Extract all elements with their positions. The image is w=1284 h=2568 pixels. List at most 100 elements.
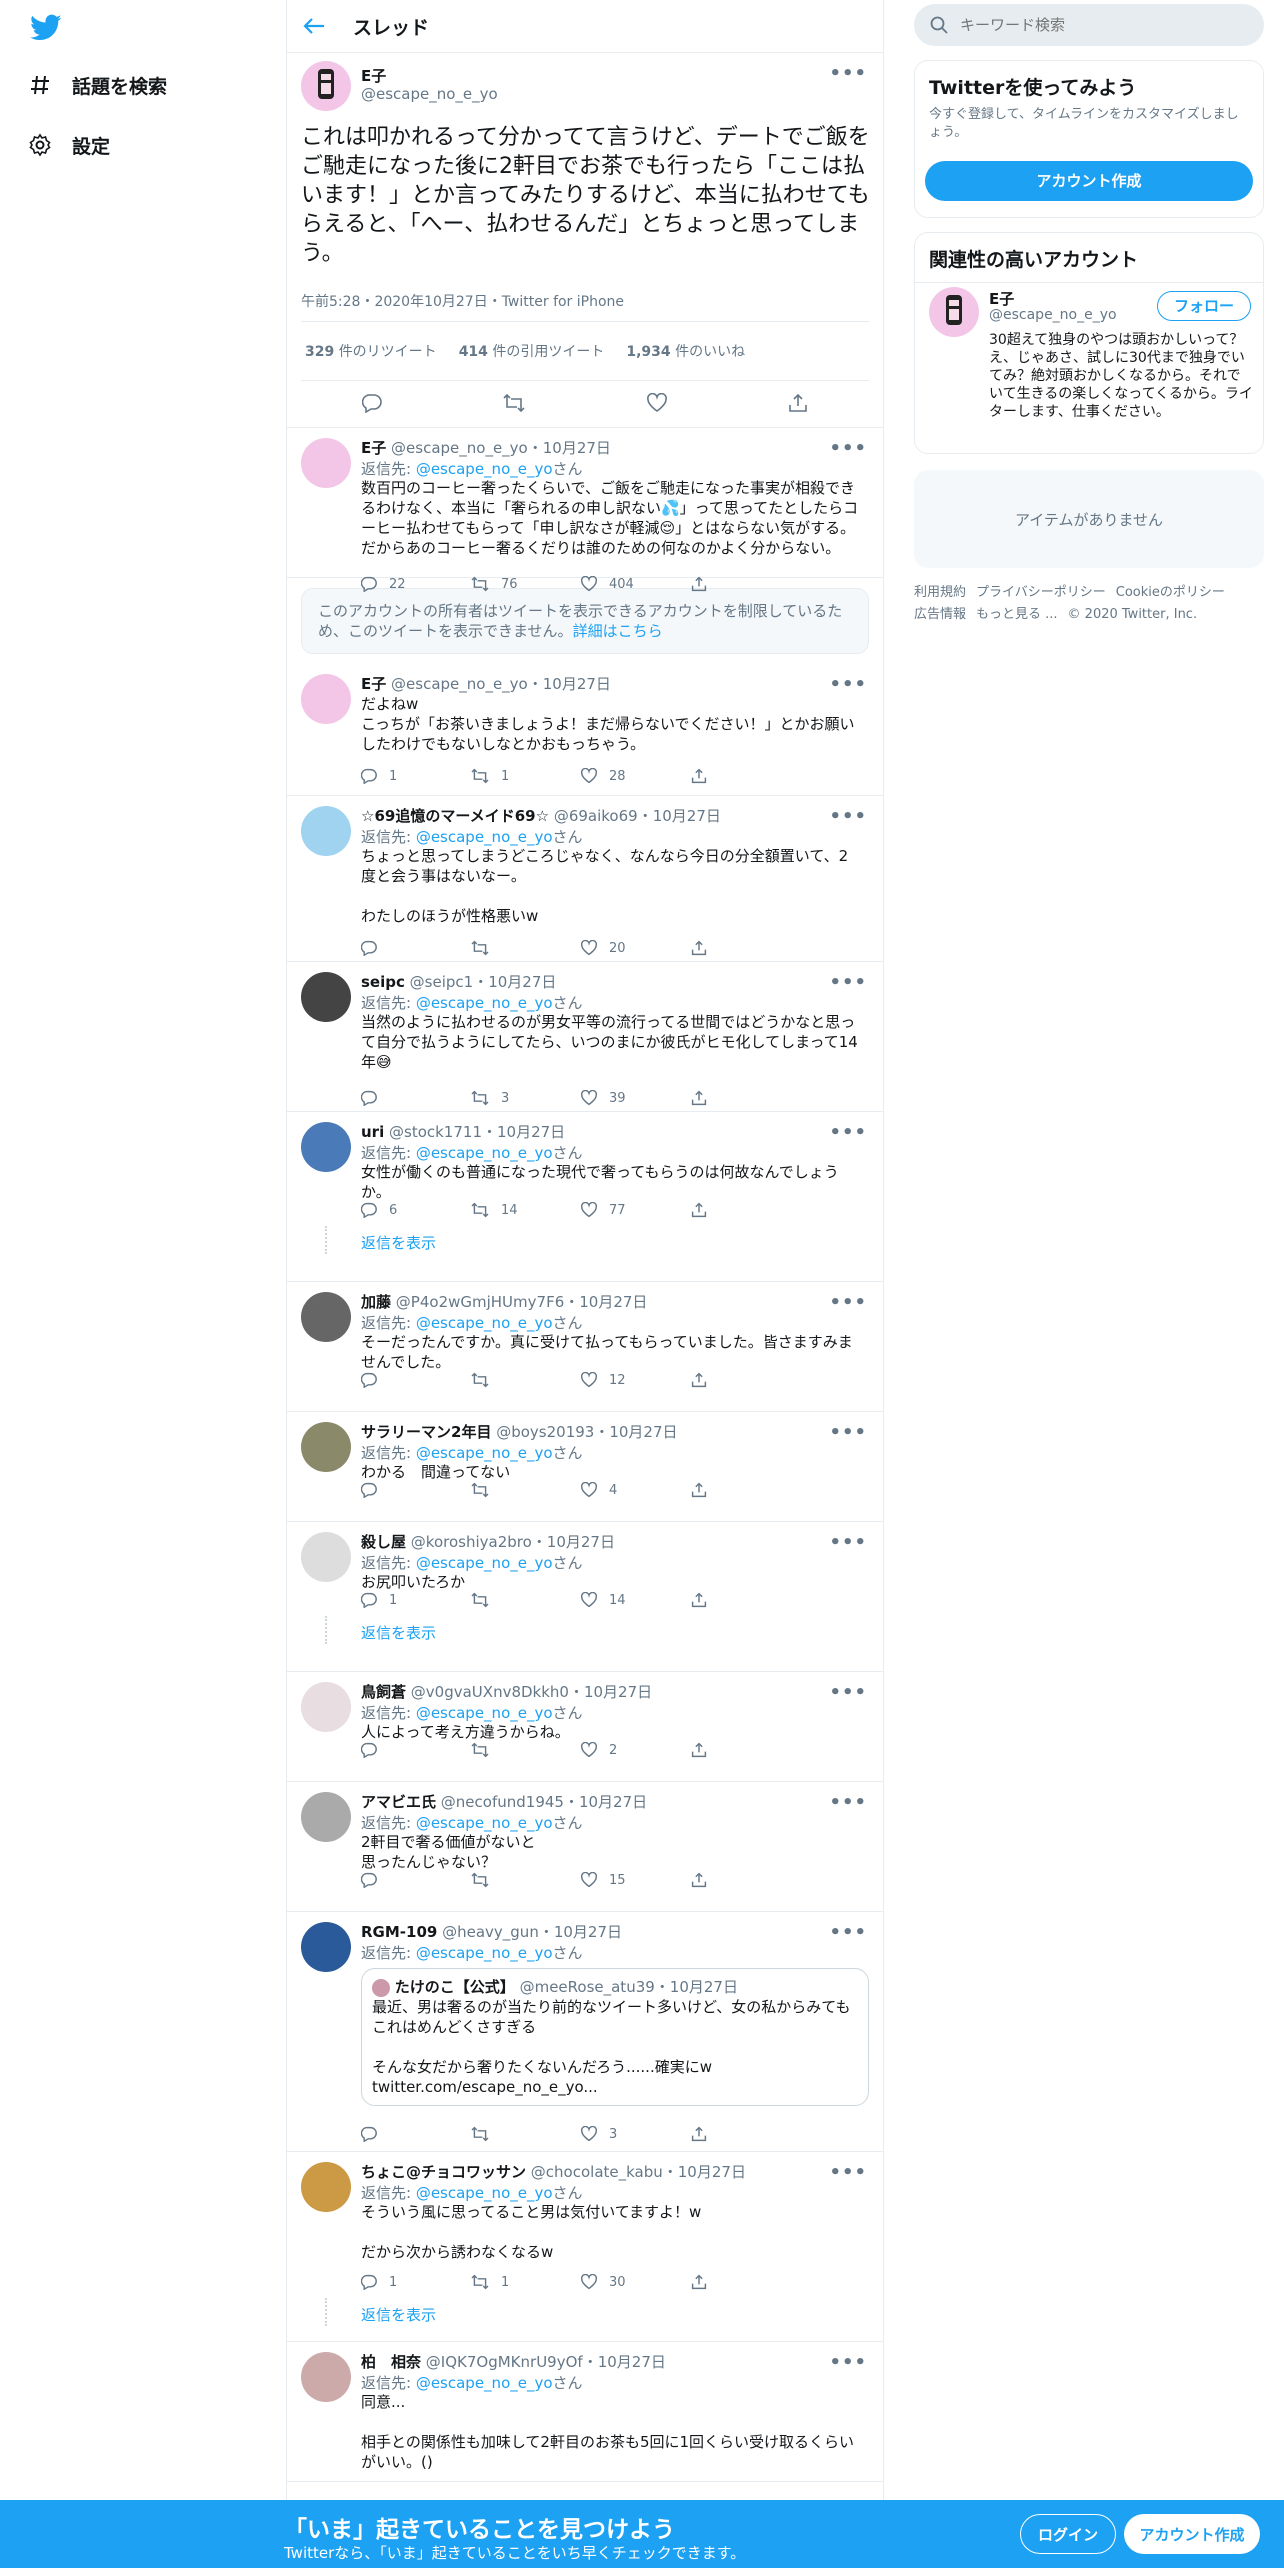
share-icon[interactable] [691, 2126, 801, 2142]
author-name[interactable]: 柏 相奈 [361, 2353, 421, 2371]
reply-icon[interactable] [361, 2126, 471, 2142]
like-icon[interactable]: 28 [581, 768, 691, 784]
reply-tweet[interactable]: seipc @seipc1・10月27日 ••• 返信先: @escape_no_e… [287, 962, 883, 1112]
reply-icon[interactable] [361, 1742, 471, 1758]
author-handle[interactable]: @koroshiya2bro [411, 1533, 532, 1551]
author-name[interactable]: E子 [361, 675, 386, 693]
retweet-stat[interactable]: 329 件のリツイート [305, 341, 437, 361]
author-handle[interactable]: @v0gvaUXnv8Dkkh0 [411, 1683, 569, 1701]
footer-terms[interactable]: 利用規約 [914, 585, 966, 600]
like-icon[interactable]: 30 [581, 2274, 691, 2290]
author-handle[interactable]: @necofund1945 [441, 1793, 564, 1811]
avatar[interactable] [301, 2352, 351, 2402]
reply-to-handle[interactable]: @escape_no_e_yo [416, 1314, 553, 1332]
share-icon[interactable] [691, 2274, 801, 2290]
like-icon[interactable]: 15 [581, 1872, 691, 1888]
reply-tweet[interactable]: ☆69追憶のマーメイド69☆ @69aiko69・10月27日 ••• 返信先: @… [287, 796, 883, 962]
reply-icon[interactable]: 1 [361, 768, 471, 784]
reply-icon[interactable] [361, 940, 471, 956]
reply-icon[interactable]: 1 [361, 2274, 471, 2290]
avatar[interactable] [301, 1292, 351, 1342]
reply-to-handle[interactable]: @escape_no_e_yo [416, 2374, 553, 2392]
avatar[interactable] [301, 806, 351, 856]
quote-stat[interactable]: 414 件の引用ツイート [459, 341, 605, 361]
footer-ads[interactable]: 広告情報 [914, 607, 966, 622]
like-icon[interactable]: 4 [581, 1482, 691, 1498]
like-icon[interactable]: 14 [581, 1592, 691, 1608]
reply-icon[interactable] [361, 1372, 471, 1388]
author-name[interactable]: E子 [361, 439, 386, 457]
tweet-date[interactable]: ・10月27日 [539, 1923, 622, 1941]
author-name[interactable]: ☆69追憶のマーメイド69☆ [361, 807, 549, 825]
reply-to-handle[interactable]: @escape_no_e_yo [416, 994, 553, 1012]
twitter-logo-icon[interactable] [30, 14, 62, 42]
more-icon[interactable]: ••• [829, 1532, 867, 1553]
share-icon[interactable] [691, 1372, 801, 1388]
reply-tweet[interactable]: E子 @escape_no_e_yo・10月27日 ••• だよねw こっちが「お茶… [287, 664, 883, 796]
author-handle[interactable]: @69aiko69 [554, 807, 638, 825]
author-name[interactable]: uri [361, 1123, 384, 1141]
more-icon[interactable]: ••• [829, 438, 867, 459]
reply-to-handle[interactable]: @escape_no_e_yo [416, 1944, 553, 1962]
share-icon[interactable] [691, 1592, 801, 1608]
share-icon[interactable] [691, 1742, 801, 1758]
reply-icon[interactable]: 1 [361, 1592, 471, 1608]
quoted-tweet[interactable]: たけのこ【公式】 @meeRose_atu39・10月27日 最近、男は奢るのが当… [361, 1968, 869, 2106]
author-name[interactable]: アマビエ氏 [361, 1793, 436, 1811]
show-replies-link[interactable]: 返信を表示 [361, 2304, 436, 2325]
author-name[interactable]: ちょこ@チョコワッサン [361, 2163, 526, 2181]
reply-to-handle[interactable]: @escape_no_e_yo [416, 1554, 553, 1572]
reply-icon[interactable] [361, 1482, 471, 1498]
author-name[interactable]: seipc [361, 973, 405, 991]
retweet-icon[interactable] [471, 1592, 581, 1608]
avatar[interactable] [929, 287, 979, 337]
search-box[interactable] [914, 4, 1264, 46]
retweet-icon[interactable] [471, 1482, 581, 1498]
retweet-icon[interactable]: 1 [471, 2274, 581, 2290]
tweet-date[interactable]: ・10月27日 [528, 439, 611, 457]
notice-link[interactable]: 詳細はこちら [573, 622, 663, 640]
more-icon[interactable]: ••• [829, 2162, 867, 2183]
reply-icon[interactable] [361, 393, 382, 417]
share-icon[interactable] [691, 1482, 801, 1498]
reply-tweet[interactable]: 加藤 @P4o2wGmjHUmy7F6・10月27日 ••• 返信先: @escap… [287, 1282, 883, 1412]
tweet-date[interactable]: ・10月27日 [532, 1533, 615, 1551]
like-icon[interactable]: 20 [581, 940, 691, 956]
more-icon[interactable]: ••• [829, 1292, 867, 1313]
show-replies-link[interactable]: 返信を表示 [361, 1232, 436, 1253]
tweet-date[interactable]: ・10月27日 [583, 2353, 666, 2371]
avatar[interactable] [301, 1532, 351, 1582]
author-name[interactable]: サラリーマン2年目 [361, 1423, 491, 1441]
share-icon[interactable] [691, 576, 801, 592]
author-name[interactable]: 鳥飼蒼 [361, 1683, 406, 1701]
author-name[interactable]: 殺し屋 [361, 1533, 406, 1551]
like-stat[interactable]: 1,934 件のいいね [626, 341, 745, 361]
more-icon[interactable]: ••• [829, 1792, 867, 1813]
retweet-icon[interactable]: 14 [471, 1202, 581, 1218]
tweet-date[interactable]: ・10月27日 [663, 2163, 746, 2181]
reply-to-handle[interactable]: @escape_no_e_yo [416, 2184, 553, 2202]
author-name[interactable]: E子 [361, 65, 386, 86]
share-icon[interactable] [788, 393, 808, 417]
tweet-date[interactable]: ・10月27日 [473, 973, 556, 991]
tweet-date[interactable]: ・10月27日 [564, 1793, 647, 1811]
more-icon[interactable]: ••• [829, 1922, 867, 1943]
like-icon[interactable]: 12 [581, 1372, 691, 1388]
reply-tweet[interactable]: 鳥飼蒼 @v0gvaUXnv8Dkkh0・10月27日 ••• 返信先: @esca… [287, 1672, 883, 1782]
nav-settings[interactable]: 設定 [28, 123, 110, 167]
show-replies-link[interactable]: 返信を表示 [361, 1622, 436, 1643]
author-name[interactable]: 加藤 [361, 1293, 391, 1311]
share-icon[interactable] [691, 1872, 801, 1888]
tweet-date[interactable]: ・10月27日 [594, 1423, 677, 1441]
reply-icon[interactable] [361, 1872, 471, 1888]
author-handle[interactable]: @boys20193 [496, 1423, 594, 1441]
back-arrow-icon[interactable] [303, 17, 331, 35]
author-handle[interactable]: @escape_no_e_yo [361, 85, 498, 103]
related-handle[interactable]: @escape_no_e_yo [989, 307, 1117, 323]
more-icon[interactable]: ••• [829, 1682, 867, 1703]
share-icon[interactable] [691, 1090, 801, 1106]
author-handle[interactable]: @escape_no_e_yo [391, 439, 528, 457]
retweet-icon[interactable] [503, 393, 525, 417]
signup-button-bottom[interactable]: アカウント作成 [1124, 2514, 1260, 2554]
tweet-date[interactable]: ・10月27日 [569, 1683, 652, 1701]
